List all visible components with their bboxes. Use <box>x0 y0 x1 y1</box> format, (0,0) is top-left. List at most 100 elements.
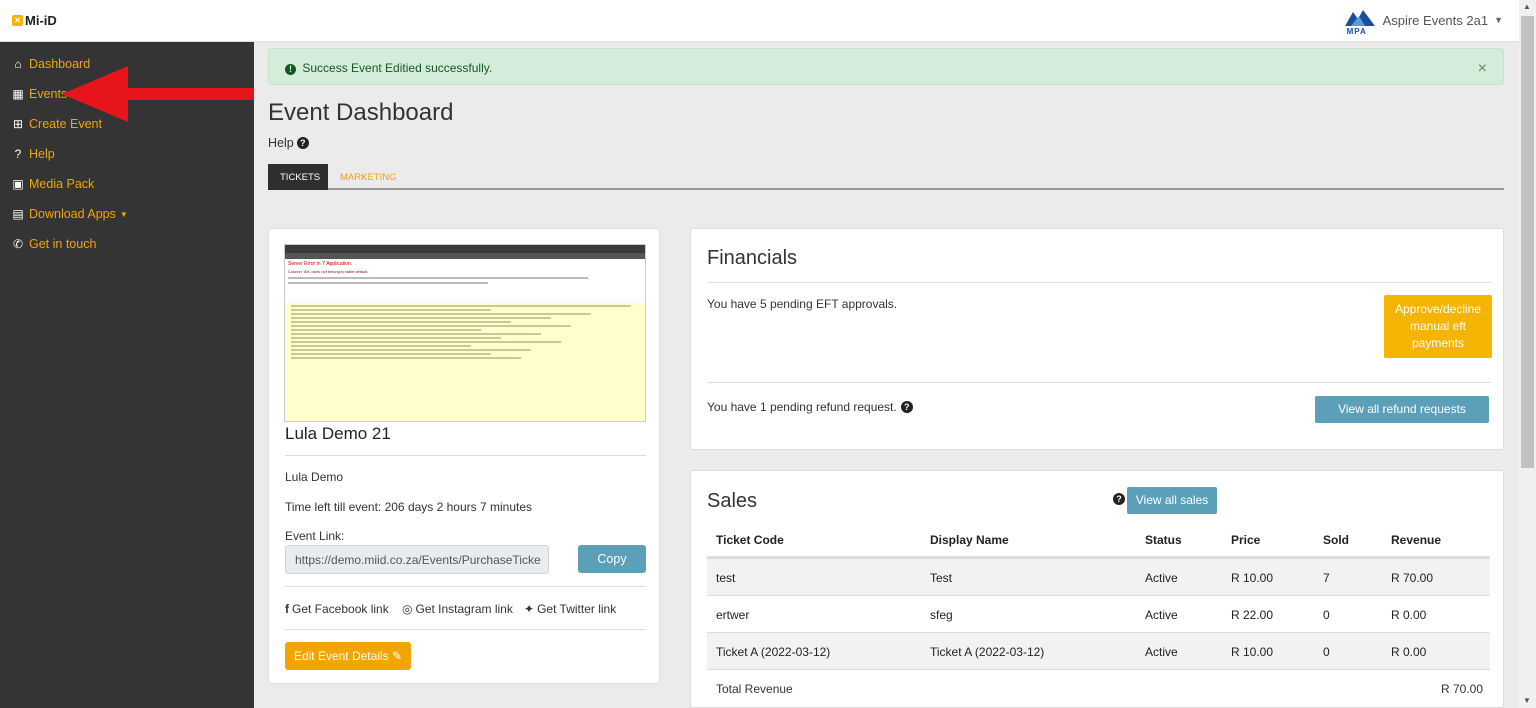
facebook-link-label: Get Facebook link <box>292 602 389 616</box>
edit-event-button[interactable]: Edit Event Details ✎ <box>285 642 411 670</box>
cell-sold: 7 <box>1323 571 1330 585</box>
column-header: Price <box>1231 533 1261 547</box>
thumbnail-error-title: Server Error in '/' Application. <box>288 261 353 267</box>
cell-ticket-code: Ticket A (2022-03-12) <box>716 645 831 659</box>
sidebar-item-events[interactable]: ▦ Events <box>11 87 67 101</box>
page-title: Event Dashboard <box>268 99 454 126</box>
column-header: Display Name <box>930 533 1009 547</box>
stack-line <box>291 325 571 327</box>
sales-title: Sales <box>707 490 758 512</box>
sidebar: ⌂ Dashboard ▦ Events ⊞ Create Event ? He… <box>0 42 254 708</box>
app-logo[interactable]: ✕ Mi-iD <box>12 13 57 28</box>
mpa-logo: MPA <box>1344 6 1377 36</box>
page-scrollbar[interactable]: ▲ ▼ <box>1519 0 1536 708</box>
facebook-link-button[interactable]: f Get Facebook link <box>285 602 389 616</box>
stack-line <box>291 309 491 311</box>
divider <box>285 586 646 587</box>
table-row[interactable]: Ticket A (2022-03-12) Ticket A (2022-03-… <box>707 632 1490 669</box>
sales-table: Ticket Code Display Name Status Price So… <box>707 521 1490 706</box>
thumbnail-text-line <box>288 282 488 284</box>
caret-down-icon: ▼ <box>119 209 128 219</box>
stack-line <box>291 313 591 315</box>
sidebar-item-download-apps[interactable]: ▤ Download Apps ▼ <box>11 207 128 221</box>
cell-display-name: Ticket A (2022-03-12) <box>930 645 1045 659</box>
stack-line <box>291 329 481 331</box>
edit-event-label: Edit Event Details <box>293 649 389 663</box>
view-refund-requests-button[interactable]: View all refund requests <box>1315 396 1489 423</box>
total-revenue-value: R 70.00 <box>1441 682 1484 696</box>
mpa-logo-text: MPA <box>1346 27 1367 36</box>
scrollbar-thumb[interactable] <box>1521 16 1534 468</box>
stack-line <box>291 333 541 335</box>
table-row[interactable]: ertwer sfeg Active R 22.00 0 R 0.00 <box>707 595 1490 632</box>
financials-title: Financials <box>707 247 798 269</box>
instagram-link-button[interactable]: ◎ Get Instagram link <box>402 602 513 616</box>
success-alert: ! Success Event Editied successfully. × <box>268 48 1504 85</box>
divider <box>707 282 1491 283</box>
cell-ticket-code: ertwer <box>716 608 750 622</box>
stack-line <box>291 349 531 351</box>
stack-line <box>291 317 551 319</box>
cell-display-name: Test <box>930 571 953 585</box>
instagram-link-label: Get Instagram link <box>415 602 513 616</box>
event-link-field[interactable]: https://demo.miid.co.za/Events/PurchaseT… <box>285 545 549 574</box>
column-header: Status <box>1145 533 1182 547</box>
red-arrow-annotation <box>62 66 254 122</box>
copy-link-button[interactable]: Copy <box>578 545 646 573</box>
question-circle-icon: ? <box>296 137 309 149</box>
sidebar-item-get-in-touch[interactable]: ✆ Get in touch <box>11 237 96 251</box>
event-name: Lula Demo 21 <box>285 424 391 443</box>
divider <box>707 382 1491 383</box>
financials-card: Financials You have 5 pending EFT approv… <box>690 228 1504 450</box>
close-icon[interactable]: × <box>1478 60 1487 78</box>
alert-text: Success Event Editied successfully. <box>302 61 493 75</box>
stack-line <box>291 337 501 339</box>
instagram-icon: ◎ <box>402 602 413 616</box>
stack-line <box>291 345 471 347</box>
view-all-sales-button[interactable]: View all sales <box>1127 487 1217 514</box>
eft-approvals-text: You have 5 pending EFT approvals. <box>707 297 898 311</box>
account-menu[interactable]: MPA Aspire Events 2a1 ▼ <box>1344 6 1503 36</box>
logo-text: Mi-iD <box>25 13 57 28</box>
sales-card: Sales ? View all sales Ticket Code Displ… <box>690 470 1504 708</box>
divider <box>285 455 646 456</box>
twitter-link-button[interactable]: ✦ Get Twitter link <box>524 602 616 616</box>
home-icon: ⌂ <box>14 57 22 71</box>
stack-line <box>291 321 511 323</box>
stack-line <box>291 353 491 355</box>
thumbnail-browser-bar <box>285 245 645 253</box>
scroll-up-icon[interactable]: ▲ <box>1523 2 1531 11</box>
sidebar-item-media-pack[interactable]: ▣ Media Pack <box>11 177 94 191</box>
cell-status: Active <box>1145 608 1178 622</box>
approve-decline-button[interactable]: Approve/decline manual eft payments <box>1384 295 1492 358</box>
refund-request-label: You have 1 pending refund request. <box>707 400 897 414</box>
sidebar-item-label: Help <box>29 147 55 161</box>
table-row[interactable]: test Test Active R 10.00 7 R 70.00 <box>707 558 1490 595</box>
total-revenue-label: Total Revenue <box>716 682 793 696</box>
tab-marketing[interactable]: MARKETING <box>328 164 408 190</box>
calendar-icon: ▦ <box>12 87 24 101</box>
event-thumbnail[interactable]: Server Error in '/' Application. Column … <box>284 244 646 422</box>
facebook-icon: f <box>285 602 289 616</box>
column-header: Sold <box>1323 533 1349 547</box>
sidebar-item-help[interactable]: ? Help <box>11 147 55 161</box>
stack-line <box>291 305 631 307</box>
column-header: Revenue <box>1391 533 1442 547</box>
scroll-down-icon[interactable]: ▼ <box>1523 696 1531 705</box>
tab-tickets[interactable]: TICKETS <box>268 164 328 190</box>
cell-price: R 10.00 <box>1231 645 1274 659</box>
total-revenue-row: Total Revenue R 70.00 <box>707 669 1490 706</box>
question-circle-icon[interactable]: ? <box>900 401 913 413</box>
refund-request-text: You have 1 pending refund request. ? <box>707 400 913 414</box>
table-header-row: Ticket Code Display Name Status Price So… <box>707 521 1490 558</box>
question-circle-icon[interactable]: ? <box>1113 493 1125 505</box>
thumbnail-stack-trace <box>285 303 645 421</box>
twitter-link-label: Get Twitter link <box>537 602 617 616</box>
account-name: Aspire Events 2a1 <box>1382 12 1489 28</box>
thumbnail-text-line <box>288 277 588 279</box>
sidebar-item-label: Media Pack <box>29 177 95 191</box>
cell-sold: 0 <box>1323 608 1330 622</box>
sidebar-item-label: Download Apps <box>29 207 116 221</box>
plus-square-icon: ⊞ <box>12 117 24 131</box>
page-help[interactable]: Help ? <box>268 136 309 150</box>
